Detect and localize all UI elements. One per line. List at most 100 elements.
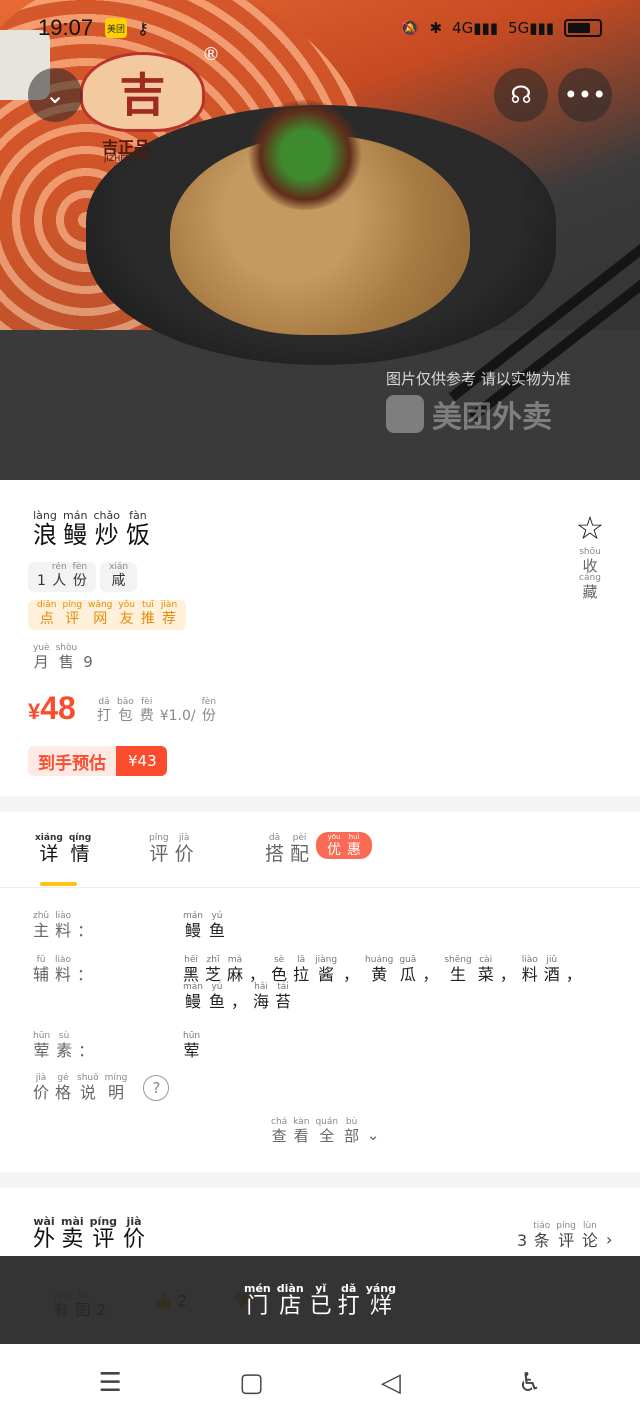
- ruby-char: má 麻: [227, 955, 244, 984]
- reviews-count-link[interactable]: 3 tiáo 条 píng 评 lùn 论 ›: [514, 1221, 613, 1250]
- ruby-char: hēi 黑: [183, 955, 200, 984]
- ruby-char: ，: [231, 992, 248, 1011]
- status-right: 🔕 ✱ 4G▮▮▮ 5G▮▮▮: [401, 19, 602, 37]
- ruby-char: píng 评: [62, 600, 83, 627]
- price-note[interactable]: jià 价 gé 格 shuō 说 míng 明 ?: [30, 1074, 170, 1101]
- meituan-logo-icon: [386, 395, 424, 433]
- ruby-char: mén 门: [243, 1281, 271, 1319]
- status-bar: 19:07 美团 ⚷ 🔕 ✱ 4G▮▮▮ 5G▮▮▮: [0, 0, 640, 56]
- meat-veg-value: hūn 荤: [180, 1032, 600, 1059]
- ruby-char: liào 料: [55, 911, 72, 940]
- recommend-badge: diǎn 点 píng 评 wǎng 网 yǒu 友 tuī 推 jiàn 荐: [28, 600, 187, 630]
- menu-icon[interactable]: ☰: [99, 1368, 122, 1398]
- back-icon[interactable]: ◁: [381, 1368, 401, 1398]
- ruby-char: ¥1.0/: [159, 708, 196, 724]
- ruby-char: pèi 配: [290, 833, 310, 865]
- ruby-char: sè 色: [271, 955, 288, 984]
- product-title: làng 浪 mán 鳗 chǎo 炒 fàn 饭: [30, 510, 153, 547]
- topping-graphic: [245, 100, 365, 210]
- ruby-char: quán 全: [315, 1117, 339, 1145]
- reviews-title: wài 外 mài 卖 píng 评 jià 价: [30, 1216, 148, 1251]
- main-ingredient-label: zhǔ 主 liào 料 ：: [30, 912, 96, 939]
- ruby-char: jià 价: [33, 1073, 50, 1102]
- ruby-char: liào 料: [55, 955, 72, 984]
- ruby-char: hūn 荤: [33, 1031, 51, 1060]
- ruby-char: zhǔ 主: [33, 911, 50, 940]
- view-all-label: chá 查 kàn 看 quán 全 bù 部: [268, 1118, 362, 1144]
- ruby-char: jiǔ 酒: [543, 955, 560, 984]
- ruby-char: ：: [77, 921, 94, 940]
- ruby-char: qíng 情: [68, 833, 92, 865]
- brand-sub: JIZHENGPIN: [104, 154, 151, 163]
- ruby-char: yǒu 友: [118, 600, 135, 627]
- ruby-char: píng 评: [556, 1221, 576, 1250]
- product-detail-page: 吉 ® 吉正品 JIZHENGPIN 图片仅供参考 请以实物为准 美团外卖 19…: [0, 0, 640, 1422]
- ruby-char: ，: [422, 965, 439, 984]
- view-all-button[interactable]: chá 查 kàn 看 quán 全 bù 部 ⌄: [268, 1118, 380, 1145]
- section-divider: [0, 1172, 640, 1188]
- ruby-char: ，: [249, 965, 266, 984]
- ruby-char: hūn 荤: [183, 1031, 201, 1060]
- ruby-char: lā 拉: [293, 955, 310, 984]
- home-icon[interactable]: ▢: [239, 1368, 264, 1398]
- ruby-char: shòu 售: [55, 643, 78, 671]
- image-disclaimer: 图片仅供参考 请以实物为准: [386, 370, 571, 388]
- ingredients-section: zhǔ 主 liào 料 ： mán 鳗 yú 鱼 fǔ 辅 liào 料 ： hēi 黑 zhī 芝 m…: [0, 888, 640, 1172]
- ruby-char: yú 鱼: [209, 911, 226, 940]
- ruby-char: yáng 烊: [365, 1281, 396, 1319]
- signal-4g-icon: 4G▮▮▮: [452, 19, 499, 37]
- ruby-char: yuè 月: [33, 643, 50, 671]
- ruby-char: liào 料: [521, 955, 538, 984]
- collapse-chevron-button[interactable]: ⌄: [28, 68, 82, 122]
- estimated-price: 到手预估 ¥43: [28, 746, 167, 776]
- ruby-char: ：: [78, 1041, 95, 1060]
- ruby-char: ：: [77, 965, 94, 984]
- tab-combos[interactable]: dā 搭 pèi 配: [262, 834, 312, 864]
- ruby-char: 3: [517, 1231, 528, 1250]
- ruby-char: wǎng 网: [88, 600, 113, 627]
- ruby-char: bù 部: [344, 1117, 360, 1145]
- ruby-char: mán 鳗: [63, 509, 88, 549]
- bluetooth-icon: ✱: [429, 19, 443, 37]
- ruby-char: fàn 饭: [125, 509, 150, 549]
- chevron-down-icon: ⌄: [366, 1126, 380, 1144]
- ruby-char: ，: [565, 965, 582, 984]
- section-divider: [0, 796, 640, 812]
- ruby-char: 1: [37, 573, 46, 589]
- taste-tag: xián 咸: [100, 562, 138, 592]
- ruby-char: chá 查: [271, 1117, 288, 1145]
- ruby-char: fǔ 辅: [33, 955, 50, 984]
- estimate-label: 到手预估: [28, 746, 116, 776]
- ruby-char: sù 素: [56, 1031, 73, 1060]
- ruby-char: gé 格: [55, 1073, 72, 1102]
- battery-icon: [564, 19, 602, 37]
- ruby-char: ，: [499, 965, 516, 984]
- question-icon[interactable]: ?: [143, 1075, 170, 1101]
- ruby-char: kàn 看: [293, 1117, 310, 1145]
- aux-ingredient-value: hēi 黑 zhī 芝 má 麻 ， sè 色 lā 拉 jiàng 酱 ， huáng 黄 guā 瓜 ， s…: [180, 956, 600, 1010]
- ruby-char: mán 鳗: [183, 911, 203, 940]
- main-ingredient-value: mán 鳗 yú 鱼: [180, 912, 600, 939]
- ruby-char: hǎi 海: [253, 982, 270, 1011]
- brand-logo: 吉 ® 吉正品 JIZHENGPIN: [70, 44, 220, 174]
- ruby-char: lùn 论: [581, 1221, 598, 1250]
- aux-ingredient-label: fǔ 辅 liào 料 ：: [30, 956, 96, 983]
- ruby-char: míng 明: [104, 1073, 128, 1102]
- product-info: làng 浪 mán 鳗 chǎo 炒 fàn 饭 ☆ shōu 收 cáng 藏 1 rén 人 fèn…: [0, 480, 640, 796]
- price-note-label: jià 价 gé 格 shuō 说 míng 明: [30, 1074, 130, 1101]
- promo-badge: yōu 优 huì 惠: [316, 832, 372, 859]
- ruby-char: mán 鳗: [183, 982, 203, 1011]
- packing-fee: dǎ 打 bāo 包 fèi 费 ¥1.0/fèn 份: [94, 697, 219, 724]
- tab-details[interactable]: xiáng 详 qíng 情: [32, 834, 94, 864]
- system-nav-bar: ☰ ▢ ◁ ♿: [0, 1344, 640, 1422]
- chevron-right-icon: ›: [606, 1230, 613, 1249]
- tab-reviews[interactable]: píng 评 jià 价: [146, 834, 197, 864]
- ruby-char: 9: [83, 653, 93, 671]
- favorite-button[interactable]: ☆ shōu 收 cáng 藏: [568, 512, 612, 600]
- more-options-button[interactable]: •••: [558, 68, 612, 122]
- ruby-char: fèi 费: [139, 697, 154, 724]
- accessibility-icon[interactable]: ♿: [518, 1368, 541, 1398]
- meat-veg-label: hūn 荤 sù 素 ：: [30, 1032, 97, 1059]
- ruby-char: diǎn 点: [37, 600, 57, 627]
- customer-service-button[interactable]: ☊: [494, 68, 548, 122]
